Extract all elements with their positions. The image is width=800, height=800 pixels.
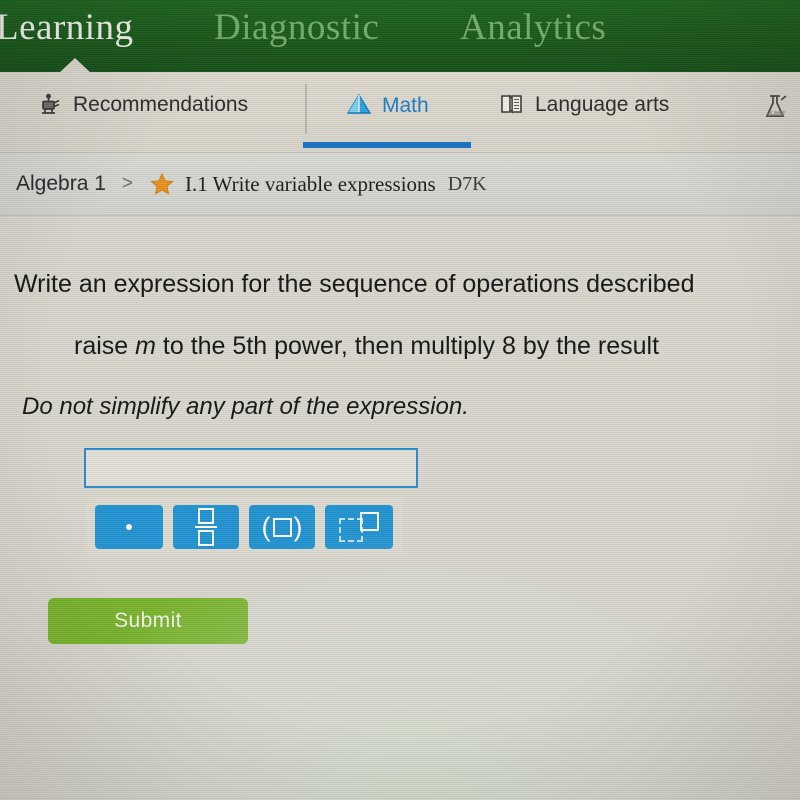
question-variable: m xyxy=(135,332,156,360)
parentheses-button[interactable]: () xyxy=(249,505,315,549)
breadcrumb-subject[interactable]: Algebra 1 xyxy=(16,172,106,196)
top-navigation-bar: Learning Diagnostic Analytics xyxy=(0,0,800,72)
active-nav-indicator-notch xyxy=(58,58,92,74)
question-line-2-prefix: raise xyxy=(74,332,136,360)
active-tab-underline xyxy=(303,142,471,148)
top-nav-item-diagnostic[interactable]: Diagnostic xyxy=(214,6,379,49)
tab-divider xyxy=(305,84,307,134)
fraction-icon xyxy=(195,508,217,546)
tab-math[interactable]: Math xyxy=(345,92,429,120)
pyramid-icon xyxy=(345,92,373,120)
tab-science[interactable] xyxy=(762,92,800,122)
tab-recommendations-label: Recommendations xyxy=(73,93,249,116)
exponent-button[interactable] xyxy=(325,505,393,549)
breadcrumb-skill-code: D7K xyxy=(447,172,487,195)
star-icon[interactable] xyxy=(149,171,175,197)
tab-language-arts-label: Language arts xyxy=(535,93,670,116)
breadcrumb-separator: > xyxy=(121,173,134,194)
answer-input[interactable] xyxy=(84,448,418,488)
tab-language-arts[interactable]: Language arts xyxy=(498,92,669,118)
submit-button[interactable]: Submit xyxy=(48,598,248,644)
exponent-icon xyxy=(339,512,379,542)
tab-math-label: Math xyxy=(382,94,429,117)
question-line-3: Do not simplify any part of the expressi… xyxy=(22,393,469,420)
multiply-dot-icon xyxy=(126,524,132,530)
question-line-2: raise m to the 5th power, then multiply … xyxy=(74,332,659,361)
open-book-icon xyxy=(498,92,526,118)
breadcrumb: Algebra 1 > I.1 Write variable expressio… xyxy=(0,153,800,216)
fraction-button[interactable] xyxy=(173,505,239,549)
top-nav-item-learning[interactable]: Learning xyxy=(0,6,134,49)
flask-icon xyxy=(762,92,794,122)
answer-panel: () xyxy=(84,448,418,556)
subject-tab-bar: Recommendations Math Language arts xyxy=(0,72,800,153)
multiply-button[interactable] xyxy=(95,505,163,549)
top-nav-item-analytics[interactable]: Analytics xyxy=(460,6,606,49)
question-line-1: Write an expression for the sequence of … xyxy=(14,270,695,298)
screen-photo: Learning Diagnostic Analytics Recommenda… xyxy=(0,0,800,800)
parentheses-icon: () xyxy=(261,511,303,542)
breadcrumb-skill[interactable]: I.1 Write variable expressions xyxy=(185,172,436,197)
question-line-2-suffix: to the 5th power, then multiply 8 by the… xyxy=(155,332,660,360)
math-keypad-toolbar: () xyxy=(87,498,403,556)
tab-recommendations[interactable]: Recommendations xyxy=(38,92,248,118)
robot-icon xyxy=(38,92,64,118)
